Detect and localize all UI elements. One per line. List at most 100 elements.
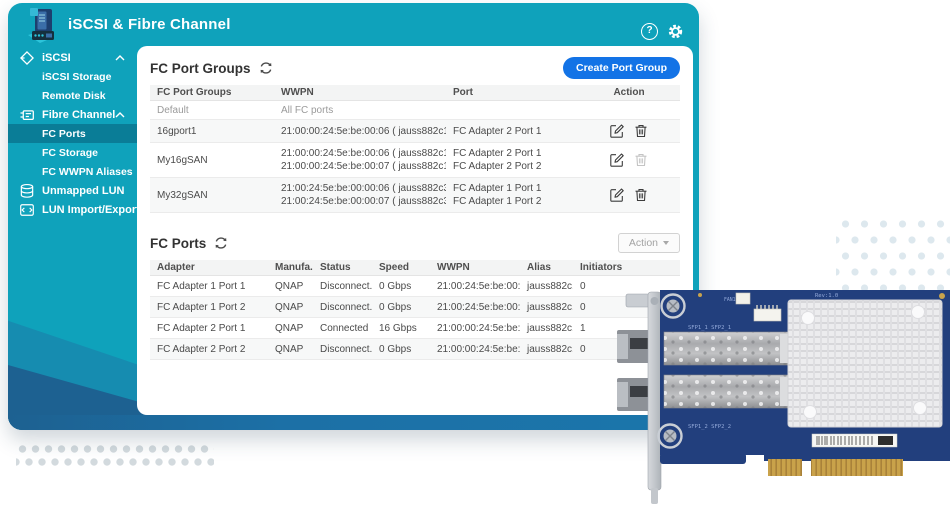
page-title: iSCSI & Fibre Channel [68,3,231,47]
lun-import-export-icon [19,202,35,218]
port-alias: jauss882c... [520,323,573,334]
group-actions [571,188,680,202]
table-row[interactable]: FC Adapter 2 Port 2 QNAP Disconnect... 0… [150,339,680,360]
screenshot-stage: iSCSI & Fibre Channel ? iSCSI iSCSI Stor [0,0,950,514]
port-adapter: FC Adapter 2 Port 2 [150,344,268,355]
table-row[interactable]: FC Adapter 1 Port 1 QNAP Disconnect... 0… [150,276,680,297]
fibre-channel-icon [19,107,35,123]
group-wwpn: 21:00:00:24:5e:be:00:06 ( jauss882c16p1 … [274,147,446,173]
gear-icon[interactable] [667,23,684,40]
sidebar-item-label: FC WWPN Aliases [42,166,133,178]
port-status: Connected [313,323,372,334]
delete-icon[interactable] [634,188,648,202]
group-actions [571,124,680,138]
col-wwpn: WWPN [430,262,520,273]
group-name: My32gSAN [150,190,274,201]
port-status: Disconnect... [313,302,372,313]
port-groups-table-header: FC Port Groups WWPN Port Action [150,85,680,101]
group-name: My16gSAN [150,155,274,166]
pin-header-connector [754,309,781,321]
port-groups-title: FC Port Groups [150,61,251,76]
dot-grid-bottom-left [16,443,214,471]
col-status: Status [313,262,372,273]
port-wwpn: 21:00:24:5e:be:00:00... [430,302,520,313]
barcode-sticker [812,434,897,447]
pcb-rev-label: Rev:1.0 [815,293,838,299]
app-window: iSCSI & Fibre Channel ? iSCSI iSCSI Stor [8,3,699,430]
group-wwpn: 21:00:00:24:5e:be:00:06 ( jauss882c16p1 … [274,126,446,137]
col-manufacturer: Manufa... [268,262,313,273]
create-port-group-button[interactable]: Create Port Group [563,57,680,79]
port-alias: jauss882c... [520,344,573,355]
chevron-up-icon [115,55,125,61]
help-icon[interactable]: ? [641,23,658,40]
sidebar-nav: iSCSI iSCSI Storage Remote Disk Fibre Ch… [8,48,137,219]
port-wwpn: 21:00:00:24:5e:be:00... [430,344,520,355]
table-row[interactable]: 16gport1 21:00:00:24:5e:be:00:06 ( jauss… [150,120,680,143]
sidebar-item-label: iSCSI Storage [42,71,111,83]
port-manufacturer: QNAP [268,344,313,355]
sidebar-item-fc-storage[interactable]: FC Storage [8,143,137,162]
group-port: FC Adapter 2 Port 1 [446,126,571,137]
fan-connector [736,293,750,304]
edit-icon[interactable] [610,124,624,138]
table-row[interactable]: FC Adapter 2 Port 1 QNAP Connected 16 Gb… [150,318,680,339]
fibre-channel-card-image: Rev:1.0 FAN1 SFP1_1 SFP2_1 SFP1_2 SFP2_2 [612,268,950,514]
table-row[interactable]: My16gSAN 21:00:00:24:5e:be:00:06 ( jauss… [150,143,680,178]
sidebar-item-label: iSCSI [42,52,71,64]
edit-icon[interactable] [610,188,624,202]
sfp-transceiver-modules [617,330,650,411]
sidebar-item-label: LUN Import/Export [42,204,140,216]
col-wwpn: WWPN [274,87,446,98]
port-speed: 16 Gbps [372,323,430,334]
port-adapter: FC Adapter 1 Port 2 [150,302,268,313]
group-port: FC Adapter 1 Port 1 FC Adapter 1 Port 2 [446,182,571,208]
group-wwpn: 21:00:24:5e:be:00:00:06 ( jauss882c32p1 … [274,182,446,208]
port-status: Disconnect... [313,281,372,292]
app-header: iSCSI & Fibre Channel ? [8,3,699,47]
sidebar-item-remote-disk[interactable]: Remote Disk [8,86,137,105]
col-fc-port-groups: FC Port Groups [150,87,274,98]
sidebar-item-unmapped-lun[interactable]: Unmapped LUN [8,181,137,200]
col-action: Action [571,87,680,98]
table-row[interactable]: My32gSAN 21:00:24:5e:be:00:00:06 ( jauss… [150,178,680,213]
sidebar-item-fibre-channel[interactable]: Fibre Channel [8,105,137,124]
sidebar-item-iscsi-storage[interactable]: iSCSI Storage [8,67,137,86]
sidebar-item-iscsi[interactable]: iSCSI [8,48,137,67]
iscsi-icon [19,50,35,66]
action-dropdown-button[interactable]: Action [618,233,680,253]
group-name: 16gport1 [150,126,274,137]
group-actions [571,153,680,167]
edit-icon[interactable] [610,153,624,167]
sidebar-item-label: Unmapped LUN [42,185,125,197]
sidebar-item-fc-wwpn-aliases[interactable]: FC WWPN Aliases [8,162,137,181]
pcb-fan-label: FAN1 [724,297,736,303]
heatsink [788,300,942,427]
port-manufacturer: QNAP [268,323,313,334]
port-adapter: FC Adapter 2 Port 1 [150,323,268,334]
port-speed: 0 Gbps [372,281,430,292]
port-speed: 0 Gbps [372,302,430,313]
window-bottom-edge [8,415,699,430]
col-speed: Speed [372,262,430,273]
table-row[interactable]: FC Adapter 1 Port 2 QNAP Disconnect... 0… [150,297,680,318]
group-wwpn: All FC ports [274,105,446,116]
caret-down-icon [663,241,669,245]
refresh-icon[interactable] [214,236,228,250]
sidebar-item-lun-import-export[interactable]: LUN Import/Export [8,200,137,219]
delete-icon[interactable] [634,124,648,138]
delete-icon-disabled [634,153,648,167]
pcb-sfp-bottom-label: SFP1_2 SFP2_2 [688,424,731,430]
fc-ports-title: FC Ports [150,236,206,251]
port-alias: jauss882c... [520,302,573,313]
refresh-icon[interactable] [259,61,273,75]
fc-ports-table-header: Adapter Manufa... Status Speed WWPN Alia… [150,260,680,276]
port-alias: jauss882c... [520,281,573,292]
table-row[interactable]: Default All FC ports [150,101,680,120]
port-wwpn: 21:00:00:24:5e:be:00... [430,323,520,334]
unmapped-lun-icon [19,183,35,199]
port-status: Disconnect... [313,344,372,355]
port-wwpn: 21:00:24:5e:be:00:00... [430,281,520,292]
sidebar-item-fc-ports[interactable]: FC Ports [8,124,137,143]
pcb-sfp-top-label: SFP1_1 SFP2_1 [688,325,731,331]
